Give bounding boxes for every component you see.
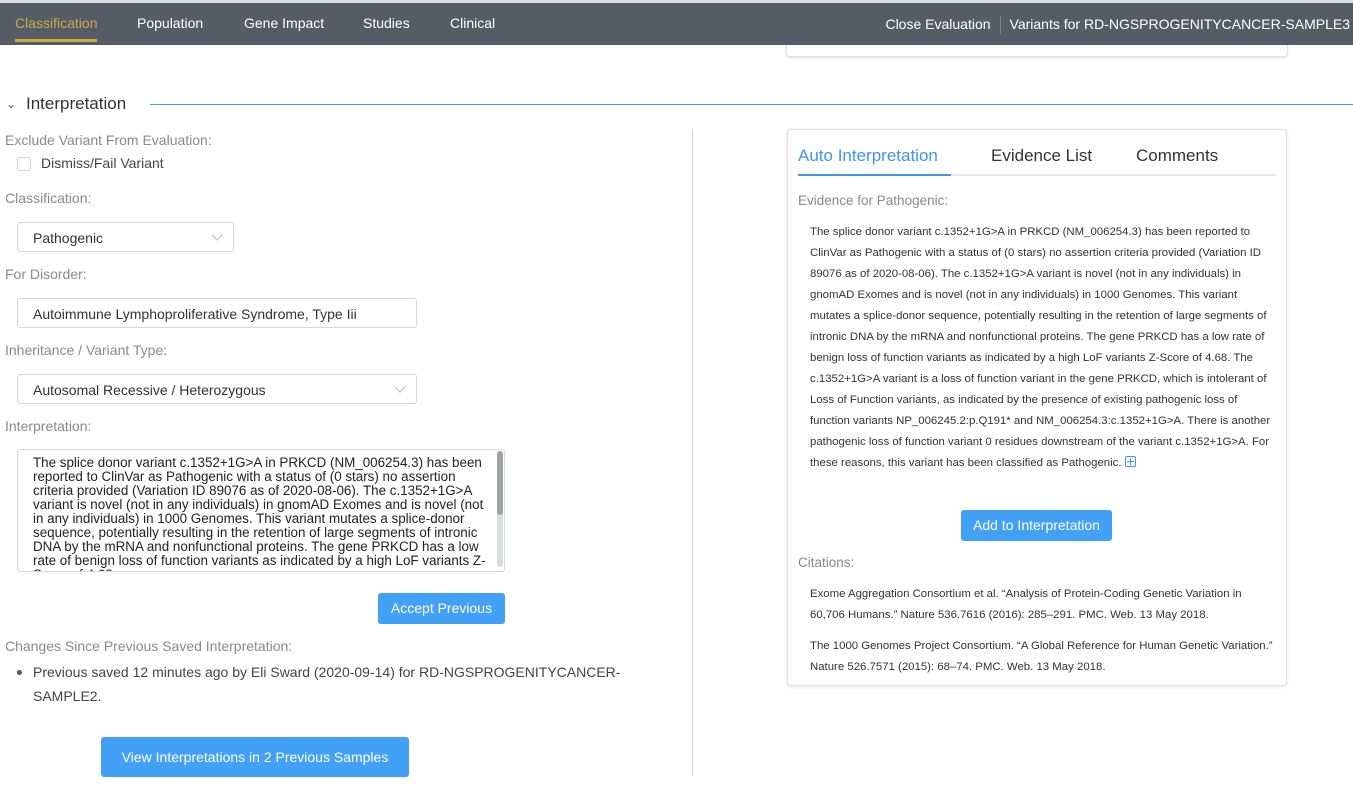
- nav-tab-classification[interactable]: Classification: [15, 3, 98, 45]
- panel-tabs: Auto Interpretation Evidence List Commen…: [798, 142, 1276, 176]
- disorder-value: Autoimmune Lymphoproliferative Syndrome,…: [33, 306, 357, 322]
- classification-value: Pathogenic: [33, 230, 104, 246]
- inheritance-value: Autosomal Recessive / Heterozygous: [33, 382, 266, 398]
- nav-divider: [999, 16, 1001, 35]
- view-previous-interpretations-button[interactable]: View Interpretations in 2 Previous Sampl…: [101, 737, 409, 777]
- accept-previous-button[interactable]: Accept Previous: [378, 593, 505, 624]
- tab-evidence-list[interactable]: Evidence List: [991, 146, 1092, 166]
- auto-interpretation-card: Auto Interpretation Evidence List Commen…: [787, 129, 1287, 686]
- inheritance-label: Inheritance / Variant Type:: [5, 342, 168, 358]
- classification-select[interactable]: Pathogenic: [17, 222, 234, 252]
- citations-label: Citations:: [798, 555, 855, 570]
- chevron-down-icon: [394, 381, 406, 393]
- evidence-for-label: Evidence for Pathogenic:: [798, 193, 949, 208]
- chevron-down-icon[interactable]: ⌄: [6, 97, 16, 111]
- active-tab-indicator: [798, 174, 951, 176]
- chevron-down-icon: [211, 229, 223, 241]
- navbar-actions: Close Evaluation Variants for RD-NGSPROGE…: [885, 3, 1350, 45]
- textarea-scrollbar-thumb[interactable]: [497, 451, 503, 515]
- nav-tab-clinical[interactable]: Clinical: [450, 3, 495, 45]
- disorder-input[interactable]: Autoimmune Lymphoproliferative Syndrome,…: [17, 298, 417, 328]
- top-navbar: Classification Population Gene Impact St…: [0, 3, 1353, 45]
- exclude-variant-label: Exclude Variant From Evaluation:: [5, 132, 212, 148]
- nav-tab-gene-impact[interactable]: Gene Impact: [244, 3, 324, 45]
- variants-for-sample-link[interactable]: Variants for RD-NGSPROGENITYCANCER-SAMPL…: [1010, 16, 1350, 32]
- previous-section-card-edge: [786, 45, 1288, 57]
- column-divider: [692, 129, 693, 776]
- section-title: Interpretation: [26, 94, 127, 113]
- nav-tab-population[interactable]: Population: [137, 3, 203, 45]
- interpretation-text[interactable]: The splice donor variant c.1352+1G>A in …: [33, 456, 488, 572]
- classification-label: Classification:: [5, 190, 92, 206]
- add-to-interpretation-button[interactable]: Add to Interpretation: [961, 510, 1112, 541]
- bullet-icon: [17, 670, 22, 675]
- disorder-label: For Disorder:: [5, 266, 87, 282]
- tab-auto-interpretation[interactable]: Auto Interpretation: [798, 146, 938, 166]
- dismiss-fail-variant-label[interactable]: Dismiss/Fail Variant: [41, 155, 164, 171]
- evidence-text: The splice donor variant c.1352+1G>A in …: [810, 226, 1271, 469]
- interpretation-textarea[interactable]: The splice donor variant c.1352+1G>A in …: [17, 449, 505, 572]
- nav-tab-studies[interactable]: Studies: [363, 3, 410, 45]
- close-evaluation-link[interactable]: Close Evaluation: [885, 16, 990, 32]
- dismiss-fail-variant-checkbox[interactable]: [17, 157, 31, 171]
- tab-comments[interactable]: Comments: [1136, 146, 1218, 166]
- evidence-paragraph: The splice donor variant c.1352+1G>A in …: [810, 222, 1276, 474]
- citation-item: The 1000 Genomes Project Consortium. “A …: [810, 640, 1273, 673]
- plus-square-icon[interactable]: [1124, 456, 1136, 467]
- citation-item: Exome Aggregation Consortium et al. “Ana…: [810, 588, 1242, 621]
- interpretation-section-header[interactable]: ⌄ Interpretation: [6, 93, 1353, 117]
- interpretation-label: Interpretation:: [5, 418, 92, 434]
- changes-since-label: Changes Since Previous Saved Interpretat…: [5, 638, 293, 654]
- inheritance-select[interactable]: Autosomal Recessive / Heterozygous: [17, 374, 417, 404]
- changes-list-item: Previous saved 12 minutes ago by Eli Swa…: [33, 664, 621, 704]
- section-divider-line: [150, 104, 1353, 105]
